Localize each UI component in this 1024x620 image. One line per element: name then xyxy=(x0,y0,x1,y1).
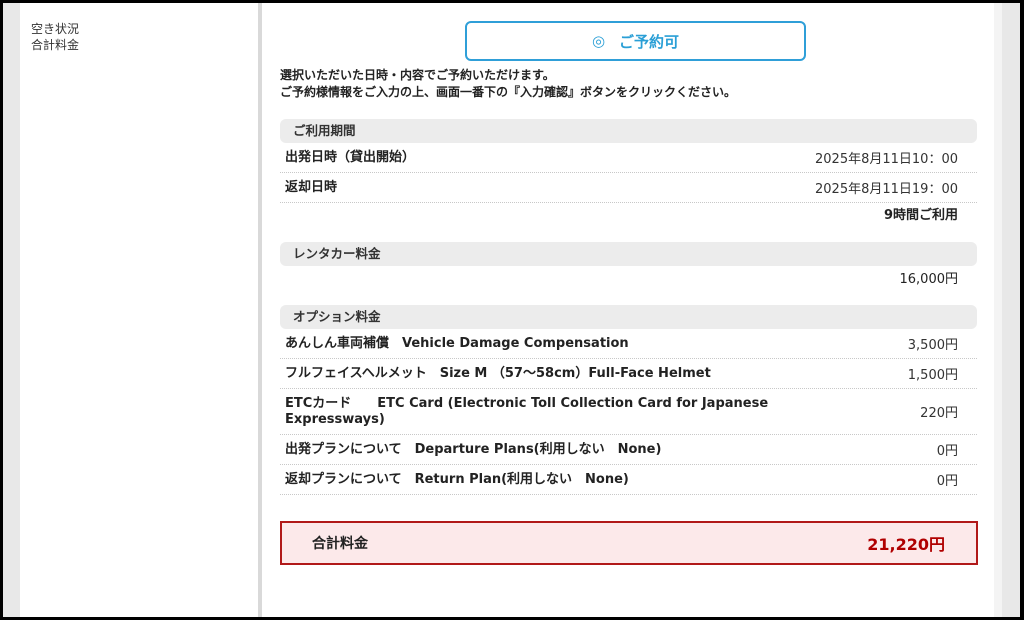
departure-value: 2025年8月11日10：00 xyxy=(815,152,958,167)
reservation-available-button[interactable]: ◎ ご予約可 xyxy=(465,21,806,61)
option-amount: 220円 xyxy=(920,406,958,421)
option-label: フルフェイスヘルメット Size M （57〜58cm）Full-Face He… xyxy=(285,365,711,381)
duration-value: 9時間ご利用 xyxy=(883,208,958,223)
left-gutter xyxy=(3,3,20,617)
total-box: 合計料金 21,220円 xyxy=(280,521,978,565)
return-label: 返却日時 xyxy=(285,179,338,195)
rental-amount: 16,000円 xyxy=(899,272,959,287)
return-value: 2025年8月11日19：00 xyxy=(815,182,958,197)
option-label: 返却プランについて Return Plan(利用しない None) xyxy=(285,471,629,487)
option-row: 返却プランについて Return Plan(利用しない None) 0円 xyxy=(280,465,977,495)
option-row: 出発プランについて Departure Plans(利用しない None) 0円 xyxy=(280,435,977,465)
option-amount: 0円 xyxy=(936,474,958,489)
period-section-heading: ご利用期間 xyxy=(280,119,977,143)
double-circle-icon: ◎ xyxy=(591,32,606,50)
departure-label: 出発日時（貸出開始） xyxy=(285,149,416,165)
booking-notice: 選択いただいた日時・内容でご予約いただけます。 ご予約様情報をご入力の上、画面一… xyxy=(280,67,736,101)
option-label: あんしん車両補償 Vehicle Damage Compensation xyxy=(285,335,629,351)
total-amount: 21,220円 xyxy=(867,535,945,554)
total-fee-label: 合計料金 xyxy=(31,38,80,52)
reservation-available-label: ご予約可 xyxy=(619,32,680,51)
option-row: フルフェイスヘルメット Size M （57〜58cm）Full-Face He… xyxy=(280,359,977,389)
option-amount: 3,500円 xyxy=(907,338,958,353)
option-amount: 0円 xyxy=(936,444,958,459)
departure-row: 出発日時（貸出開始） 2025年8月11日10：00 xyxy=(280,143,977,173)
return-row: 返却日時 2025年8月11日19：00 xyxy=(280,173,977,203)
option-label: 出発プランについて Departure Plans(利用しない None) xyxy=(285,441,662,457)
option-row: あんしん車両補償 Vehicle Damage Compensation 3,5… xyxy=(280,329,977,359)
option-amount: 1,500円 xyxy=(907,368,958,383)
field-label-column: 空き状況 合計料金 xyxy=(20,3,262,617)
reservation-panel: 空き状況 合計料金 ◎ ご予約可 選択いただいた日時・内容でご予約いただけます。… xyxy=(3,3,1020,617)
right-gutter xyxy=(994,3,1020,617)
options-section-heading: オプション料金 xyxy=(280,305,977,329)
notice-line: 選択いただいた日時・内容でご予約いただけます。 xyxy=(280,68,555,82)
availability-label: 空き状況 xyxy=(31,22,80,36)
main-content: ◎ ご予約可 選択いただいた日時・内容でご予約いただけます。 ご予約様情報をご入… xyxy=(280,3,978,617)
total-label: 合計料金 xyxy=(312,536,368,552)
rental-section-heading: レンタカー料金 xyxy=(280,242,977,266)
notice-line: ご予約様情報をご入力の上、画面一番下の『入力確認』ボタンをクリックください。 xyxy=(280,85,737,99)
option-row: ETCカード ETC Card (Electronic Toll Collect… xyxy=(280,389,977,435)
option-label: ETCカード ETC Card (Electronic Toll Collect… xyxy=(285,395,769,427)
